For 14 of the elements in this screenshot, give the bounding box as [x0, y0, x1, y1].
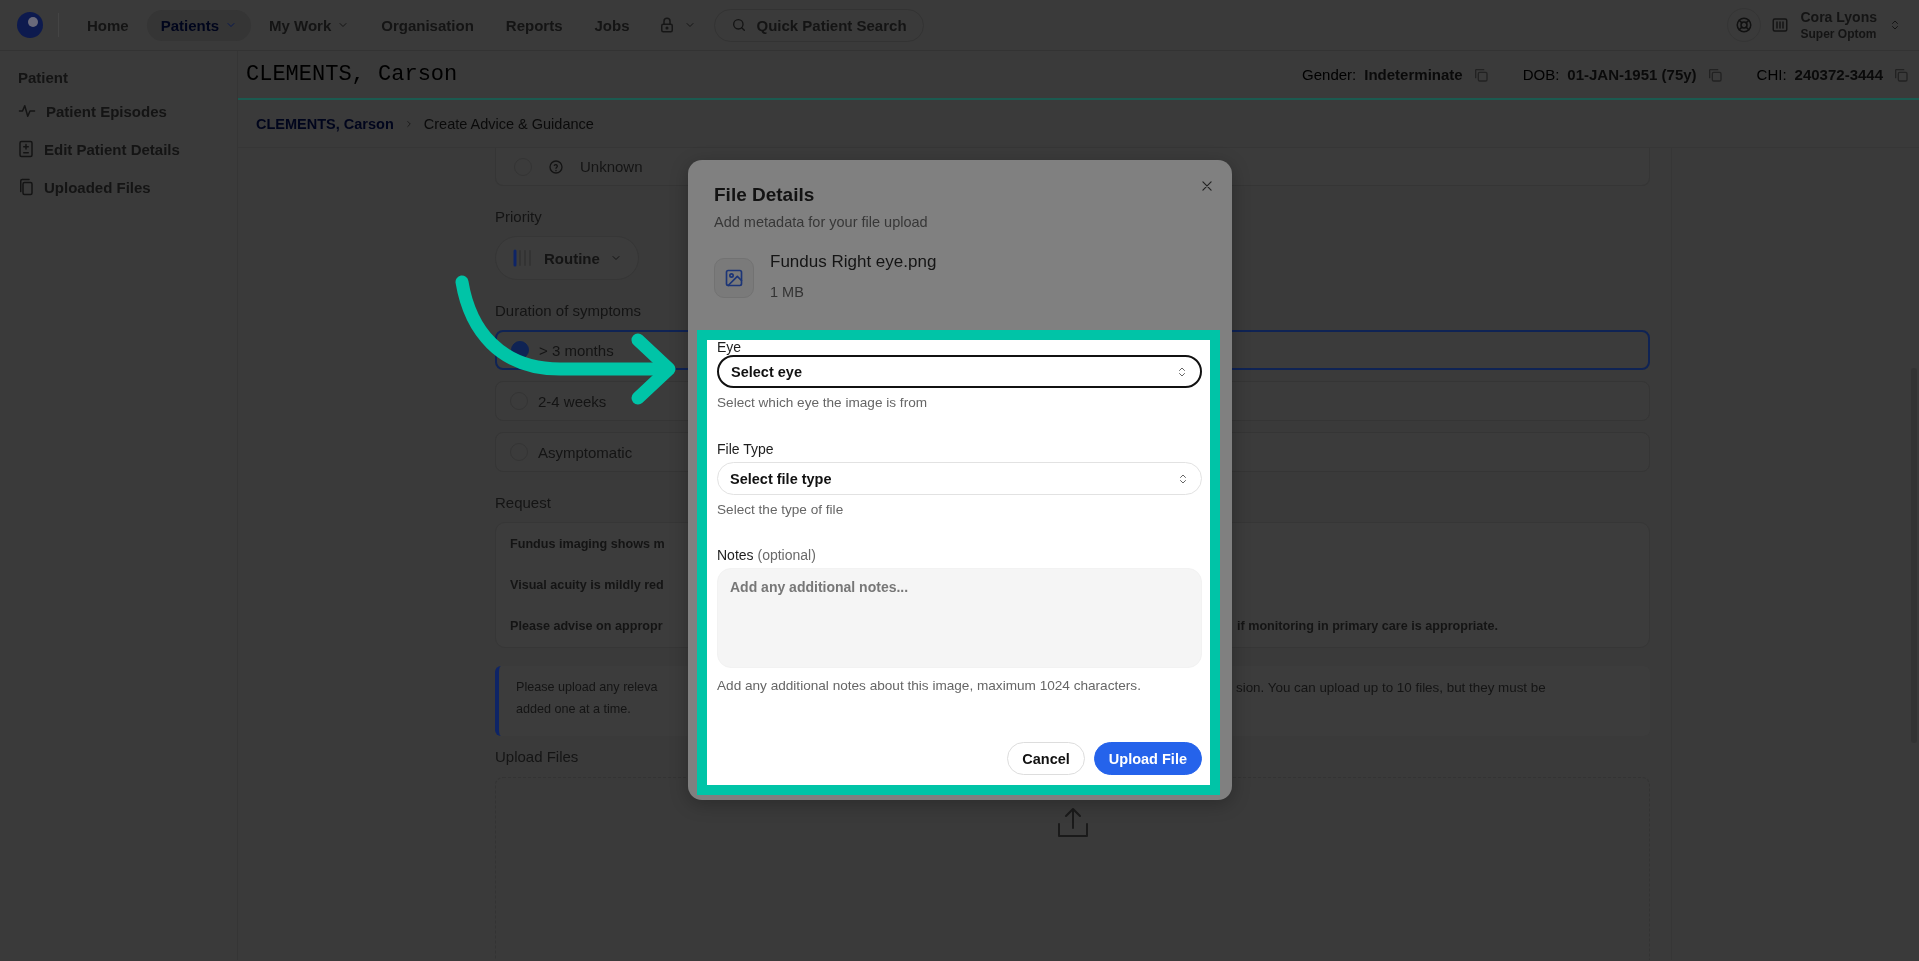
file-size: 1 MB [770, 283, 804, 302]
detail-label: Gender: [1302, 66, 1357, 83]
field-label: Eye [717, 340, 742, 355]
dialog-subtitle: Add metadata for your file upload [714, 213, 928, 232]
detail-label: DOB: [1522, 66, 1560, 83]
help-text: Select which eye the image is from [717, 395, 928, 411]
help-text: Add any additional notes about this image, maximum 1024 characters. [717, 678, 1141, 694]
field-label: Notes (optional) [717, 547, 816, 563]
file-name: Fundus Right eye.png [770, 251, 937, 273]
field-label: File Type [717, 441, 774, 457]
help-text: Select the type of file [717, 502, 844, 518]
detail-label: CHI: [1756, 66, 1787, 83]
patient-name: CLEMENTS, Carson [246, 62, 459, 87]
dialog-title: File Details [714, 183, 815, 207]
